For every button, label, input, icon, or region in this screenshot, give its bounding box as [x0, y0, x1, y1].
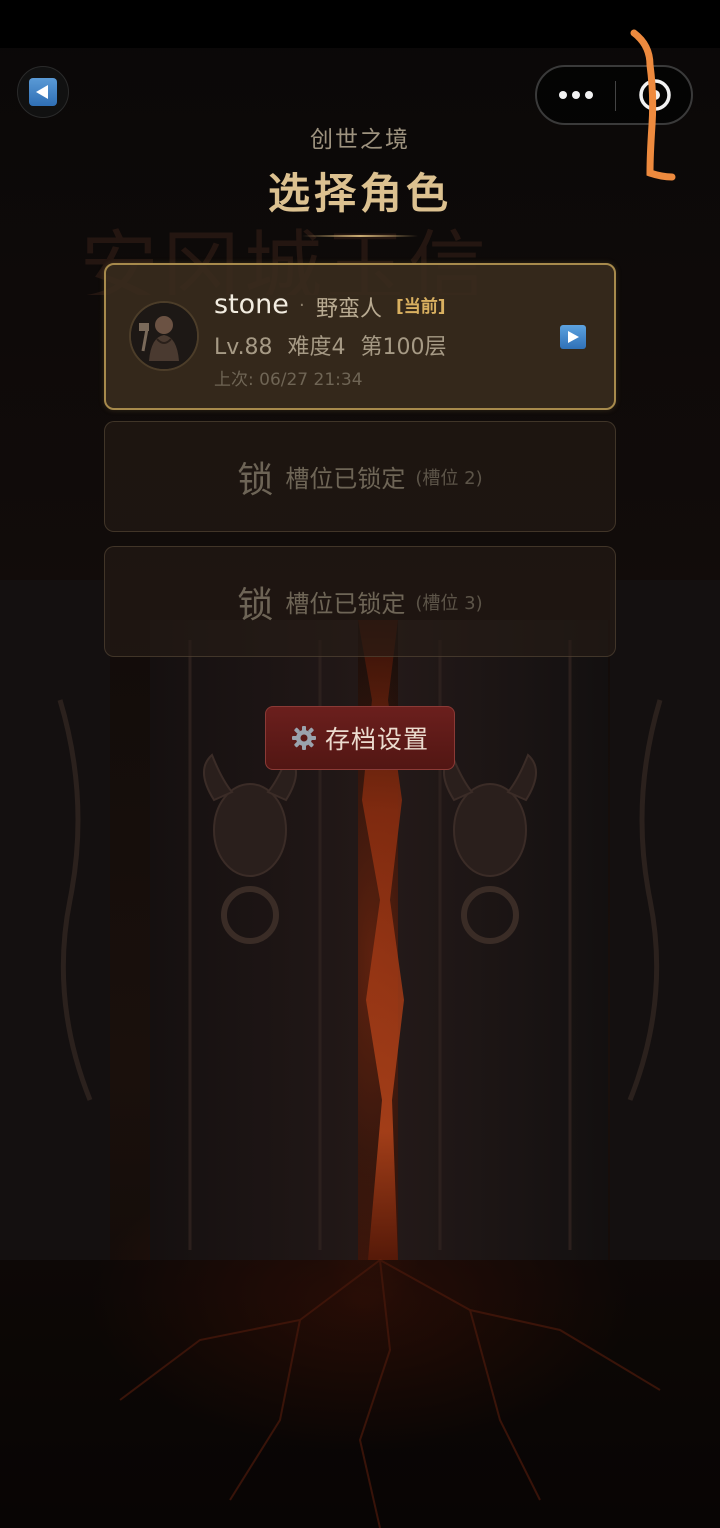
lock-icon: 锁	[237, 584, 274, 626]
more-dots-icon	[559, 91, 567, 99]
page-title: 选择角色	[267, 169, 452, 218]
slot-number: (槽位 2)	[415, 467, 483, 489]
gear-icon	[291, 726, 316, 750]
back-arrow-icon	[29, 78, 57, 106]
character-stats: Lv.88 难度4 第100层	[214, 335, 447, 360]
character-name: stone	[214, 289, 289, 320]
avatar	[129, 301, 199, 371]
last-played: 上次: 06/27 21:34	[214, 370, 363, 390]
archive-settings-button[interactable]: 存档设置	[265, 706, 455, 770]
slot-number: (槽位 3)	[415, 592, 483, 614]
more-button[interactable]	[537, 67, 615, 123]
locked-slot-2[interactable]: 锁 槽位已锁定 (槽位 2)	[104, 421, 616, 532]
back-button[interactable]	[17, 66, 69, 118]
title-divider	[302, 235, 418, 237]
lock-icon: 锁	[237, 459, 274, 501]
character-class: 野蛮人	[316, 297, 383, 322]
current-badge: [当前]	[396, 297, 446, 317]
locked-slot-3[interactable]: 锁 槽位已锁定 (槽位 3)	[104, 546, 616, 657]
play-icon[interactable]	[560, 325, 586, 349]
screen: 安冈城玉信 创世之境 选择角色 stone · 野蛮人 [当前] Lv.88 难…	[0, 0, 720, 1528]
slot-locked-label: 槽位已锁定	[285, 590, 406, 618]
character-card[interactable]: stone · 野蛮人 [当前] Lv.88 难度4 第100层 上次: 06/…	[104, 263, 616, 410]
name-separator: ·	[299, 295, 305, 316]
game-subtitle: 创世之境	[310, 127, 410, 153]
slot-locked-label: 槽位已锁定	[285, 465, 406, 493]
archive-settings-label: 存档设置	[324, 725, 429, 754]
